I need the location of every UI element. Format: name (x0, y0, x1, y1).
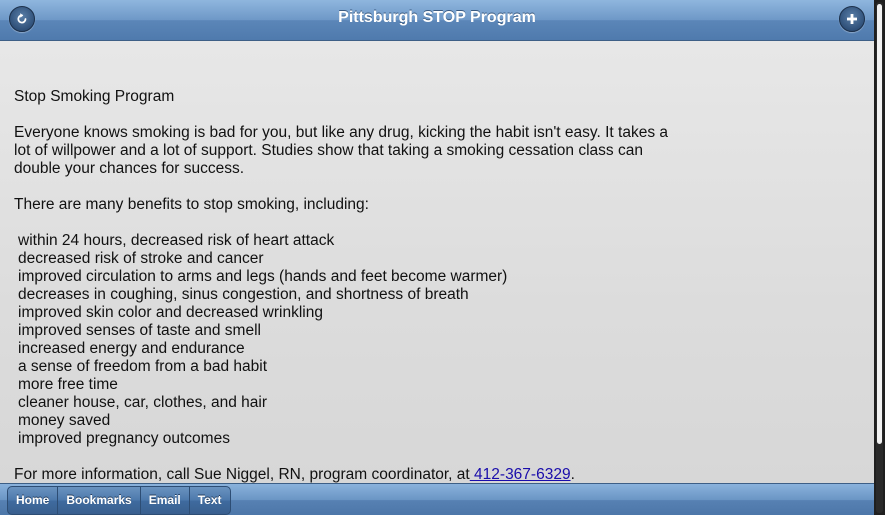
list-item: decreases in coughing, sinus congestion,… (18, 286, 469, 303)
scrollbar-thumb[interactable] (877, 4, 882, 444)
nav-email-button[interactable]: Email (141, 487, 190, 514)
bottom-navbar: Home Bookmarks Email Text (7, 486, 231, 515)
article-heading: Stop Smoking Program (14, 88, 175, 105)
app-window: Pittsburgh STOP Program Stop Smoking Pro… (0, 0, 874, 515)
list-item: improved senses of taste and smell (18, 322, 261, 339)
list-item: improved circulation to arms and legs (h… (18, 268, 508, 285)
contact-text: For more information, call Sue Niggel, R… (14, 466, 470, 483)
list-item: a sense of freedom from a bad habit (18, 358, 268, 375)
list-item: cleaner house, car, clothes, and hair (18, 394, 268, 411)
header-bar: Pittsburgh STOP Program (0, 0, 874, 41)
list-item: increased energy and endurance (18, 340, 245, 357)
nav-bookmarks-button[interactable]: Bookmarks (58, 487, 141, 514)
intro-line-1: Everyone knows smoking is bad for you, b… (14, 124, 669, 141)
list-item: within 24 hours, decreased risk of heart… (18, 232, 335, 249)
benefits-list: within 24 hours, decreased risk of heart… (14, 232, 714, 448)
list-item: improved pregnancy outcomes (18, 430, 230, 447)
page-title: Pittsburgh STOP Program (338, 9, 536, 26)
list-item: decreased risk of stroke and cancer (18, 250, 264, 267)
nav-home-button[interactable]: Home (8, 487, 59, 514)
benefits-intro: There are many benefits to stop smoking,… (14, 196, 369, 213)
phone-link[interactable]: 412-367-6329 (470, 466, 571, 483)
footer-toolbar: Home Bookmarks Email Text (0, 483, 874, 515)
list-item: improved skin color and decreased wrinkl… (18, 304, 323, 321)
list-item: more free time (18, 376, 118, 393)
intro-line-2: lot of willpower and a lot of support. S… (14, 142, 643, 159)
article-content: Stop Smoking Program Everyone knows smok… (14, 88, 714, 484)
list-item: money saved (18, 412, 111, 429)
add-button[interactable] (839, 6, 865, 32)
intro-line-3: double your chances for success. (14, 160, 245, 177)
contact-info: For more information, call Sue Niggel, R… (14, 466, 714, 484)
nav-text-button[interactable]: Text (190, 487, 230, 514)
contact-end: . (570, 466, 575, 483)
plus-icon (847, 14, 857, 24)
